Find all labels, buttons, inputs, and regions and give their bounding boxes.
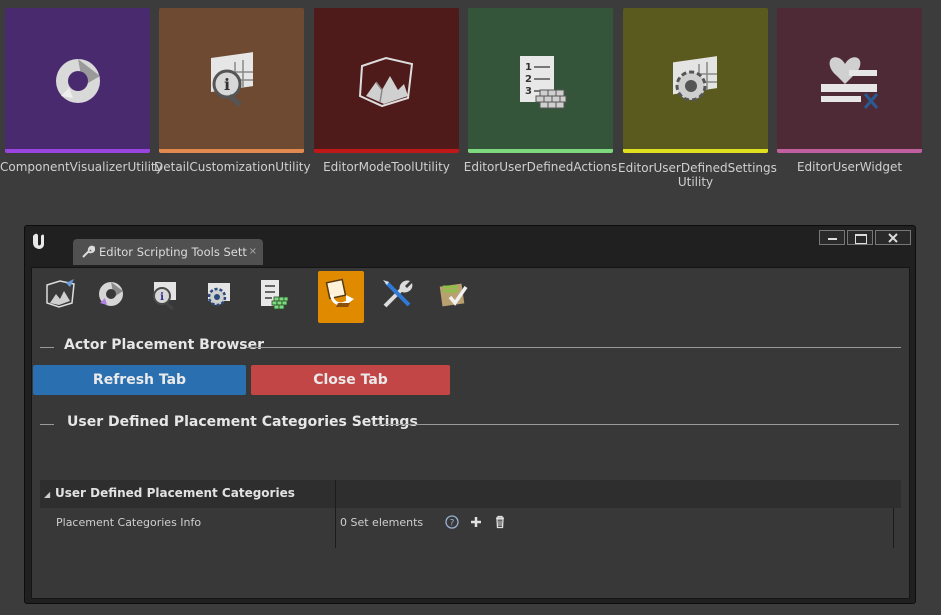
tile-user-defined-actions[interactable]: 1 2 3 [468, 8, 613, 153]
tile-user-defined-settings[interactable] [623, 8, 768, 153]
property-value: 0 Set elements [340, 516, 424, 529]
tool-checklist[interactable] [430, 271, 476, 323]
tile-label: EditorUserDefinedActions [463, 160, 618, 174]
tile-label: EditorModeToolUtility [323, 160, 450, 174]
section-header-placement-categories: User Defined Placement Categories Settin… [40, 414, 901, 434]
delete-icon[interactable] [493, 515, 507, 529]
checklist-icon [439, 283, 468, 307]
tile-label: EditorUserWidget [796, 160, 903, 174]
tab-close-button[interactable]: × [249, 239, 257, 265]
tile-user-widget[interactable] [777, 8, 922, 153]
close-window-button[interactable] [875, 230, 911, 245]
user-defined-actions-icon: 1 2 3 [520, 56, 567, 109]
help-icon[interactable]: ? [445, 515, 459, 529]
minimize-icon [828, 238, 837, 240]
tools-icon [383, 280, 413, 308]
svg-text:i: i [224, 75, 230, 94]
section-title: Actor Placement Browser [64, 337, 264, 353]
minimize-button[interactable] [819, 230, 845, 245]
tile-label-line1: EditorUserDefinedSettings [618, 161, 777, 175]
user-defined-settings-icon [207, 283, 230, 307]
tool-editor-mode[interactable] [38, 271, 84, 323]
tile-label: DetailCustomizationUtility [154, 160, 311, 174]
tile-component-visualizer[interactable] [5, 8, 150, 153]
settings-panel: i Actor Placement Browser Refresh Tab Cl… [31, 267, 910, 599]
detail-customization-icon: i [211, 52, 253, 107]
editor-mode-tool-icon [358, 56, 414, 108]
tile-detail-customization[interactable]: i [159, 8, 304, 153]
header-rule [374, 424, 899, 425]
tile-editor-mode-tool[interactable] [314, 8, 459, 153]
tool-user-defined-settings[interactable] [196, 271, 242, 323]
tool-user-defined-actions[interactable] [250, 271, 296, 323]
expand-arrow-icon[interactable]: ◢ [44, 490, 50, 499]
details-grid: ◢ User Defined Placement Categories Plac… [40, 480, 901, 548]
tab-editor-scripting-tools[interactable]: Editor Scripting Tools Sett × [73, 239, 263, 265]
svg-text:i: i [160, 292, 164, 303]
close-tab-button[interactable]: Close Tab [251, 365, 450, 395]
unreal-logo-icon [33, 233, 44, 249]
actor-placement-icon [325, 278, 354, 307]
maximize-icon [855, 234, 867, 244]
tool-detail-customization[interactable]: i [142, 271, 188, 323]
close-icon [888, 233, 898, 243]
maximize-button[interactable] [847, 230, 873, 245]
svg-text:3: 3 [525, 86, 532, 97]
section-header-actor-placement: Actor Placement Browser [40, 337, 901, 357]
category-row[interactable]: ◢ User Defined Placement Categories [40, 480, 901, 508]
column-divider[interactable] [335, 480, 336, 548]
header-rule [246, 347, 901, 348]
asset-tiles: ComponentVisualizerUtility i DetailCusto… [0, 0, 941, 200]
svg-text:?: ? [450, 519, 455, 529]
svg-text:2: 2 [525, 74, 532, 85]
tile-label: EditorUserDefinedSettings Utility [618, 161, 777, 189]
window-controls [817, 230, 911, 245]
svg-text:1: 1 [525, 62, 532, 73]
user-defined-settings-icon [673, 56, 717, 102]
header-rule [40, 347, 54, 348]
refresh-tab-button[interactable]: Refresh Tab [33, 365, 246, 395]
section-title: User Defined Placement Categories Settin… [67, 414, 418, 430]
editor-scripting-tools-window: Editor Scripting Tools Sett × i Actor Pl… [24, 225, 916, 604]
tile-label: ComponentVisualizerUtility [0, 160, 163, 174]
header-rule [40, 424, 54, 425]
tool-tools[interactable] [374, 271, 420, 323]
category-label: User Defined Placement Categories [55, 486, 295, 500]
add-icon[interactable] [469, 515, 483, 529]
wrench-icon [82, 245, 95, 258]
user-widget-icon [821, 57, 879, 109]
tile-label-line2: Utility [677, 175, 714, 189]
column-divider-right [893, 508, 894, 548]
component-visualizer-icon [99, 282, 123, 306]
tool-component-visualizer[interactable] [88, 271, 134, 323]
property-name: Placement Categories Info [56, 516, 202, 529]
tab-title: Editor Scripting Tools Sett [99, 245, 247, 259]
tool-actor-placement[interactable] [318, 271, 364, 323]
user-defined-actions-icon [261, 280, 289, 310]
component-visualizer-icon [56, 59, 100, 103]
editor-mode-tool-icon [46, 279, 75, 308]
detail-customization-icon: i [153, 282, 176, 311]
